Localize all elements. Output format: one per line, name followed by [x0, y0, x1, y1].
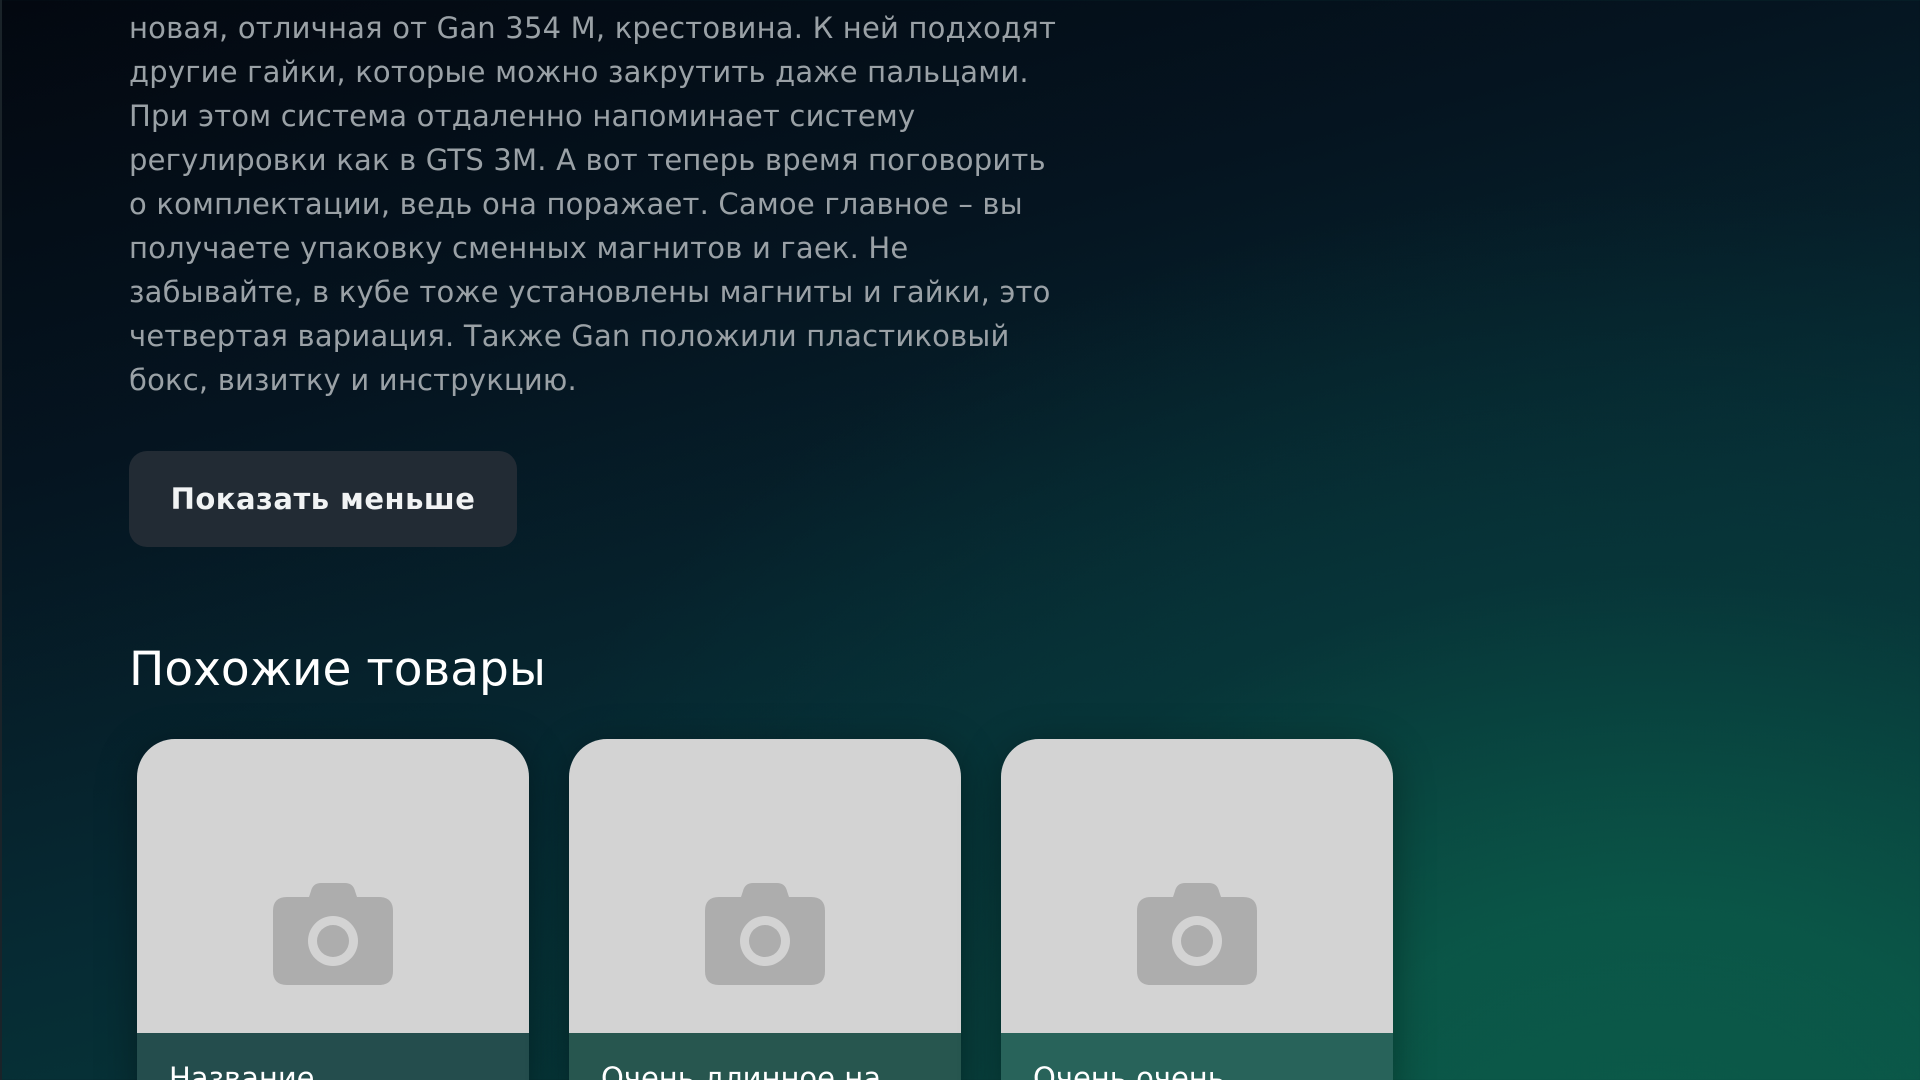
product-card[interactable]: Очень длинное на: [569, 739, 961, 1080]
camera-icon: [1137, 883, 1257, 985]
product-card-title: Название: [137, 1033, 529, 1080]
product-description: новая, отличная от Gan 354 M, крестовина…: [129, 6, 1089, 402]
product-card-title: Очень очень: [1001, 1033, 1393, 1080]
product-card[interactable]: Очень очень: [1001, 739, 1393, 1080]
description-line: четвертая вариация. Также Gan положили п…: [129, 319, 1010, 353]
description-line: регулировки как в GTS 3M. А вот теперь в…: [129, 143, 1046, 177]
product-image-placeholder: [1001, 739, 1393, 1033]
left-border: [0, 0, 2, 1080]
camera-icon: [273, 883, 393, 985]
description-line: бокс, визитку и инструкцию.: [129, 363, 577, 397]
description-line: новая, отличная от Gan 354 M, крестовина…: [129, 11, 1057, 45]
product-card[interactable]: Название: [137, 739, 529, 1080]
description-line: о комплектации, ведь она поражает. Самое…: [129, 187, 1023, 221]
product-card-title: Очень длинное на: [569, 1033, 961, 1080]
description-line: другие гайки, которые можно закрутить да…: [129, 55, 1029, 89]
camera-icon: [705, 883, 825, 985]
description-line: забывайте, в кубе тоже установлены магни…: [129, 275, 1051, 309]
description-line: При этом система отдаленно напоминает си…: [129, 99, 916, 133]
similar-products-title: Похожие товары: [129, 642, 546, 697]
product-image-placeholder: [569, 739, 961, 1033]
product-image-placeholder: [137, 739, 529, 1033]
description-line: получаете упаковку сменных магнитов и га…: [129, 231, 909, 265]
show-less-button[interactable]: Показать меньше: [129, 451, 517, 547]
